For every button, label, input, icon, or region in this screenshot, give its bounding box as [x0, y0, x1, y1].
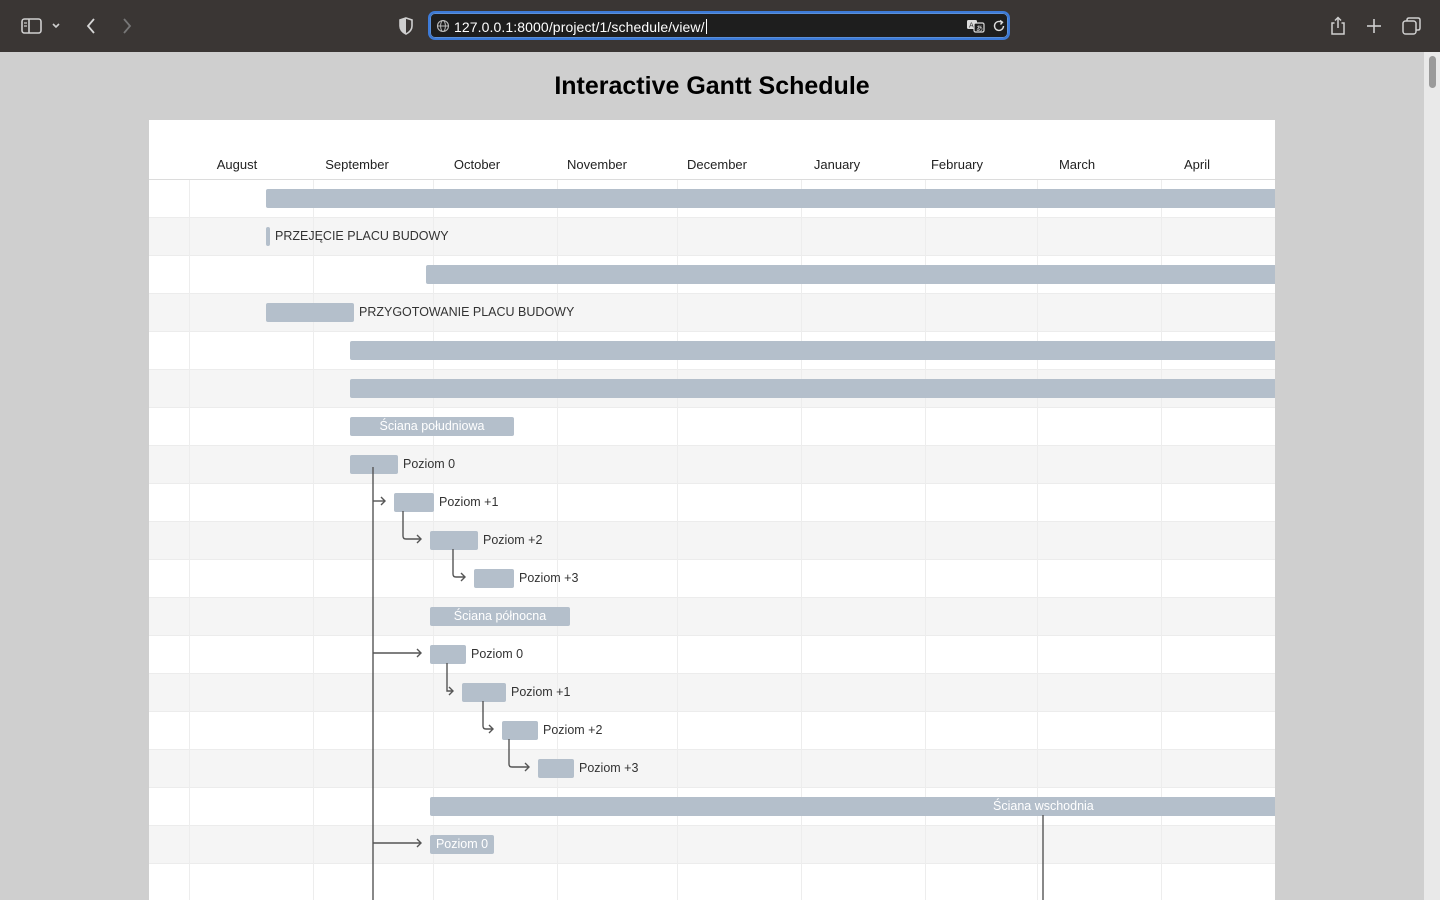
tab-overview-icon[interactable] — [1400, 14, 1424, 38]
sidebar-toggle-icon[interactable] — [20, 14, 44, 38]
dependency-line — [482, 701, 493, 730]
new-tab-icon[interactable] — [1362, 14, 1386, 38]
forward-icon[interactable] — [114, 14, 138, 38]
url-bar[interactable]: 127.0.0.1:8000/project/1/schedule/view/ … — [428, 11, 1010, 40]
chevron-down-icon[interactable] — [48, 14, 64, 38]
dependency-line — [508, 739, 529, 768]
svg-text:あ: あ — [976, 25, 983, 33]
url-text[interactable]: 127.0.0.1:8000/project/1/schedule/view/ — [454, 19, 707, 35]
share-icon[interactable] — [1326, 14, 1350, 38]
gantt-chart[interactable]: August September October November December Ja… — [149, 120, 1275, 900]
browser-toolbar: 127.0.0.1:8000/project/1/schedule/view/ … — [0, 0, 1440, 52]
reload-icon[interactable] — [992, 19, 1006, 38]
dependency-arrows — [372, 467, 1044, 900]
svg-text:A: A — [969, 22, 974, 30]
shield-icon[interactable] — [394, 14, 418, 38]
translate-icon[interactable]: Aあ — [966, 18, 986, 39]
page-title: Interactive Gantt Schedule — [554, 72, 870, 100]
page-content: Interactive Gantt Schedule August Septemb… — [0, 52, 1424, 900]
scrollbar-thumb[interactable] — [1429, 56, 1436, 88]
globe-icon — [436, 19, 450, 38]
vertical-scrollbar[interactable] — [1424, 52, 1440, 900]
dependency-line — [446, 663, 453, 692]
back-icon[interactable] — [80, 14, 104, 38]
dependency-line — [452, 549, 465, 578]
dependency-line — [402, 511, 421, 540]
